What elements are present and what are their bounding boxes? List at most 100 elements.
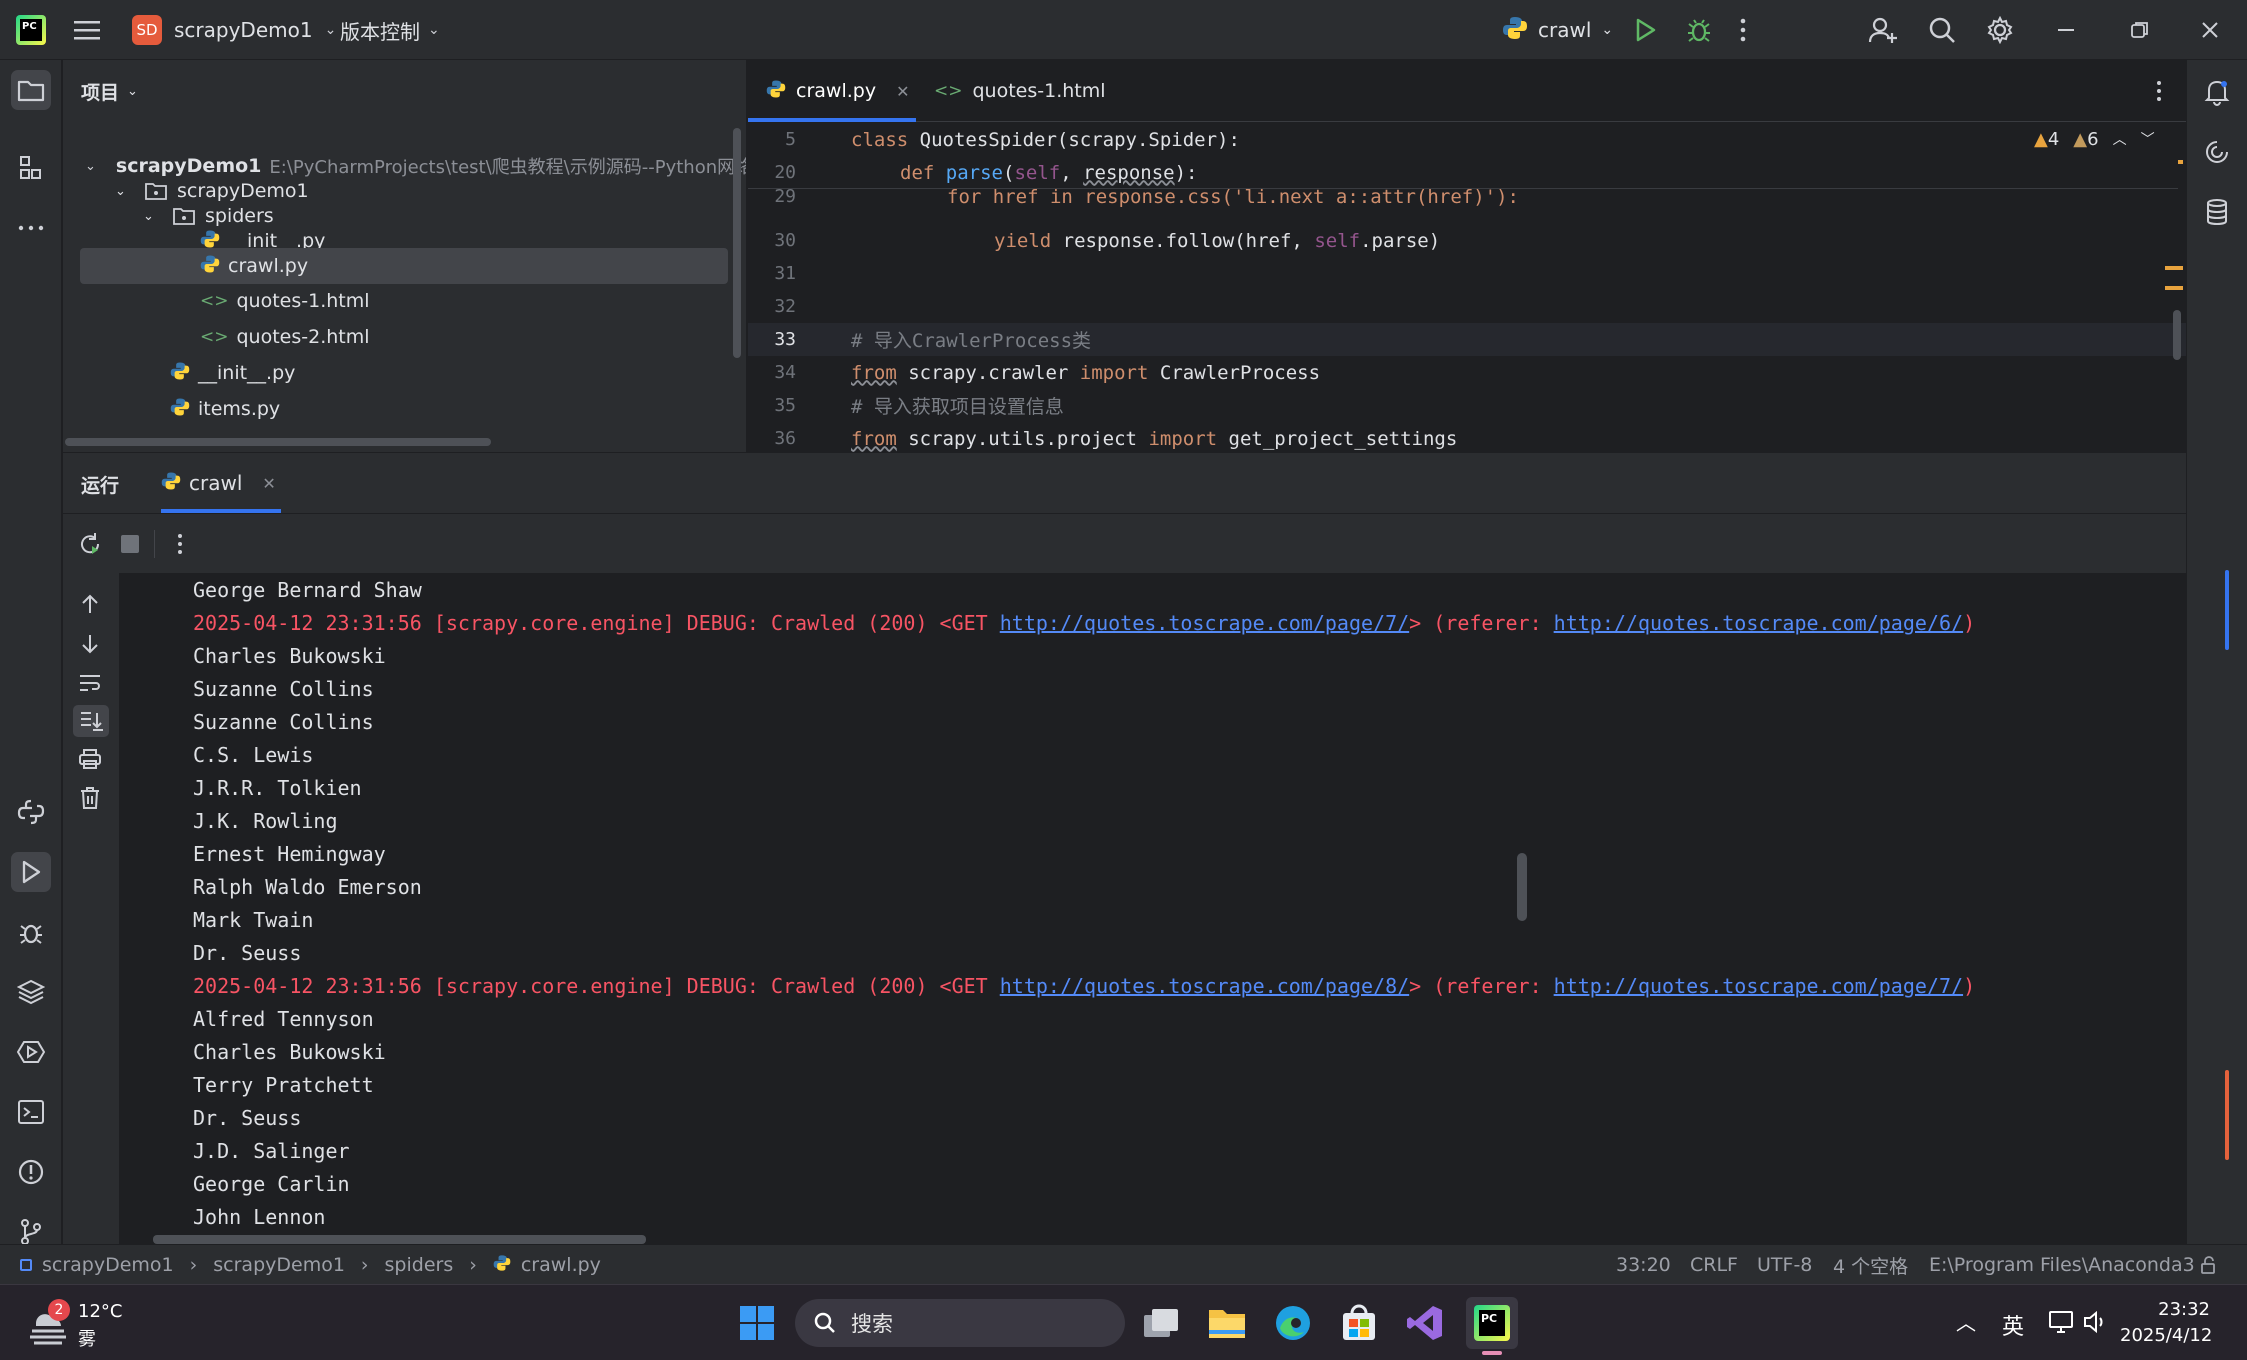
pycharm-taskbar-icon[interactable]: PC [1466, 1297, 1518, 1355]
editor-scrollbar[interactable] [2173, 310, 2181, 360]
network-icon[interactable] [2048, 1309, 2074, 1340]
lock-icon[interactable] [2200, 1245, 2220, 1285]
search-icon[interactable] [1928, 0, 1956, 60]
sticky-line[interactable]: 20 def parse(self, response): [748, 156, 2186, 189]
print-icon[interactable] [78, 748, 102, 775]
windows-start-icon[interactable] [733, 1299, 781, 1347]
tab-quotes-1-html[interactable]: <> quotes-1.html [934, 60, 1106, 122]
rerun-icon[interactable] [77, 531, 103, 562]
chevron-down-icon[interactable]: ﹀ [2141, 129, 2155, 150]
warning-marker[interactable] [2165, 286, 2183, 290]
soft-wrap-icon[interactable] [78, 673, 102, 698]
tree-item-file[interactable]: items.py [63, 391, 723, 427]
chevron-up-icon[interactable]: ︿ [2113, 129, 2127, 150]
pycharm-logo-icon[interactable]: PC [16, 0, 46, 60]
file-explorer-icon[interactable] [1203, 1299, 1251, 1347]
volume-icon[interactable] [2082, 1309, 2108, 1340]
caret-position[interactable]: 33:20 [1616, 1245, 1671, 1285]
settings-gear-icon[interactable] [1986, 0, 2014, 60]
more-tools-icon[interactable] [11, 208, 51, 248]
code-line-current[interactable]: 33 # 导入CrawlerProcess类 [748, 323, 2186, 356]
restore-icon[interactable] [2130, 0, 2150, 60]
warning-counter[interactable]: ▲4 [2034, 129, 2059, 150]
line-separator[interactable]: CRLF [1690, 1245, 1738, 1285]
more-actions-icon[interactable] [1740, 0, 1746, 60]
services-button[interactable] [11, 1032, 51, 1072]
run-tool-button[interactable] [11, 852, 51, 892]
clock-date[interactable]: 2025/4/12 [2120, 1325, 2212, 1346]
code-line[interactable]: 35 # 导入获取项目设置信息 [748, 389, 2186, 422]
breadcrumb-item[interactable]: scrapyDemo1 [213, 1254, 345, 1276]
sticky-line[interactable]: 5 class QuotesSpider(scrapy.Spider): [748, 123, 2186, 156]
more-actions-icon[interactable] [177, 533, 183, 560]
console-link[interactable]: http://quotes.toscrape.com/page/7/ [1000, 611, 1409, 635]
visual-studio-icon[interactable] [1401, 1299, 1449, 1347]
main-menu-icon[interactable] [74, 0, 102, 60]
code-line[interactable]: 34 from scrapy.crawler import CrawlerPro… [748, 356, 2186, 389]
microsoft-store-icon[interactable] [1335, 1299, 1383, 1347]
ai-assistant-icon[interactable] [2197, 132, 2237, 172]
arrow-down-icon[interactable] [80, 633, 100, 660]
python-packages-button[interactable] [11, 972, 51, 1012]
database-icon[interactable] [2197, 192, 2237, 232]
run-config-selector[interactable]: crawl ⌄ [1502, 0, 1613, 60]
run-button[interactable] [1634, 0, 1658, 60]
run-tab-crawl[interactable]: crawl ✕ [161, 453, 281, 513]
code-line[interactable]: 36 from scrapy.utils.project import get_… [748, 422, 2186, 452]
ime-indicator[interactable]: 英 [2002, 1309, 2024, 1341]
project-panel-header[interactable]: 项目 ⌄ [81, 60, 138, 122]
debug-tool-button[interactable] [11, 912, 51, 952]
console-link[interactable]: http://quotes.toscrape.com/page/6/ [1554, 611, 1963, 635]
clock-time[interactable]: 23:32 [2130, 1299, 2210, 1320]
debug-button[interactable] [1686, 0, 1712, 60]
tree-item-file[interactable]: <> quotes-2.html [63, 319, 723, 355]
code-line[interactable]: 31 [748, 257, 2186, 290]
tree-item-file[interactable]: <> quotes-1.html [63, 283, 723, 319]
tab-crawl-py[interactable]: crawl.py ✕ [748, 60, 916, 122]
trash-icon[interactable] [79, 786, 101, 815]
arrow-up-icon[interactable] [80, 593, 100, 620]
tab-options-icon[interactable] [2156, 80, 2162, 107]
chevron-up-icon[interactable]: ︿ [1956, 1307, 1976, 1336]
structure-tool-button[interactable] [11, 148, 51, 188]
vertical-scrollbar[interactable] [733, 128, 741, 358]
taskbar-search-box[interactable]: 搜索 [795, 1299, 1125, 1347]
console-output[interactable]: George Bernard Shaw 2025-04-12 23:31:56 [… [119, 573, 2186, 1244]
stop-icon[interactable] [121, 535, 139, 553]
edge-browser-icon[interactable] [1269, 1299, 1317, 1347]
minimize-icon[interactable] [2058, 0, 2080, 60]
horizontal-scrollbar[interactable] [65, 438, 491, 446]
run-toolbar [63, 513, 2186, 573]
python-console-button[interactable] [11, 792, 51, 832]
python-interpreter[interactable]: E:\Program Files\Anaconda3 [1929, 1245, 2195, 1285]
close-tab-icon[interactable]: ✕ [896, 82, 909, 101]
problems-button[interactable] [11, 1152, 51, 1192]
console-link[interactable]: http://quotes.toscrape.com/page/7/ [1554, 974, 1963, 998]
inspection-widget[interactable]: ▲4 ▲6 ︿ ﹀ [2034, 129, 2155, 150]
tree-item-file[interactable]: __init__.py [63, 355, 723, 391]
console-link[interactable]: http://quotes.toscrape.com/page/8/ [1000, 974, 1409, 998]
terminal-button[interactable] [11, 1092, 51, 1132]
code-line[interactable]: 32 [748, 290, 2186, 323]
warning-marker[interactable] [2165, 266, 2183, 270]
weak-warning-counter[interactable]: ▲6 [2073, 129, 2098, 150]
code-line[interactable]: 30 yield response.follow(href, self.pars… [748, 224, 2186, 257]
breadcrumb-item[interactable]: scrapyDemo1 [42, 1254, 174, 1276]
add-user-icon[interactable] [1868, 0, 1898, 60]
notifications-icon[interactable] [2197, 72, 2237, 112]
console-scrollbar[interactable] [1517, 853, 1527, 921]
project-tool-button[interactable] [11, 70, 51, 110]
scroll-to-end-button[interactable] [73, 705, 109, 737]
file-encoding[interactable]: UTF-8 [1757, 1245, 1812, 1285]
indent-setting[interactable]: 4 个空格 [1833, 1245, 1908, 1285]
close-tab-icon[interactable]: ✕ [262, 474, 275, 493]
task-view-icon[interactable] [1137, 1299, 1185, 1347]
tree-item-file-selected[interactable]: crawl.py [80, 248, 728, 284]
console-hscrollbar[interactable] [153, 1235, 646, 1244]
breadcrumb-item[interactable]: spiders [385, 1254, 454, 1276]
project-switcher[interactable]: SD scrapyDemo1 ⌄ [132, 0, 336, 60]
vcs-menu[interactable]: 版本控制 ⌄ [340, 0, 440, 60]
weather-widget[interactable]: 2 12°C 雾 [22, 1299, 192, 1350]
breadcrumb-item[interactable]: crawl.py [521, 1254, 601, 1276]
close-icon[interactable] [2200, 0, 2220, 60]
